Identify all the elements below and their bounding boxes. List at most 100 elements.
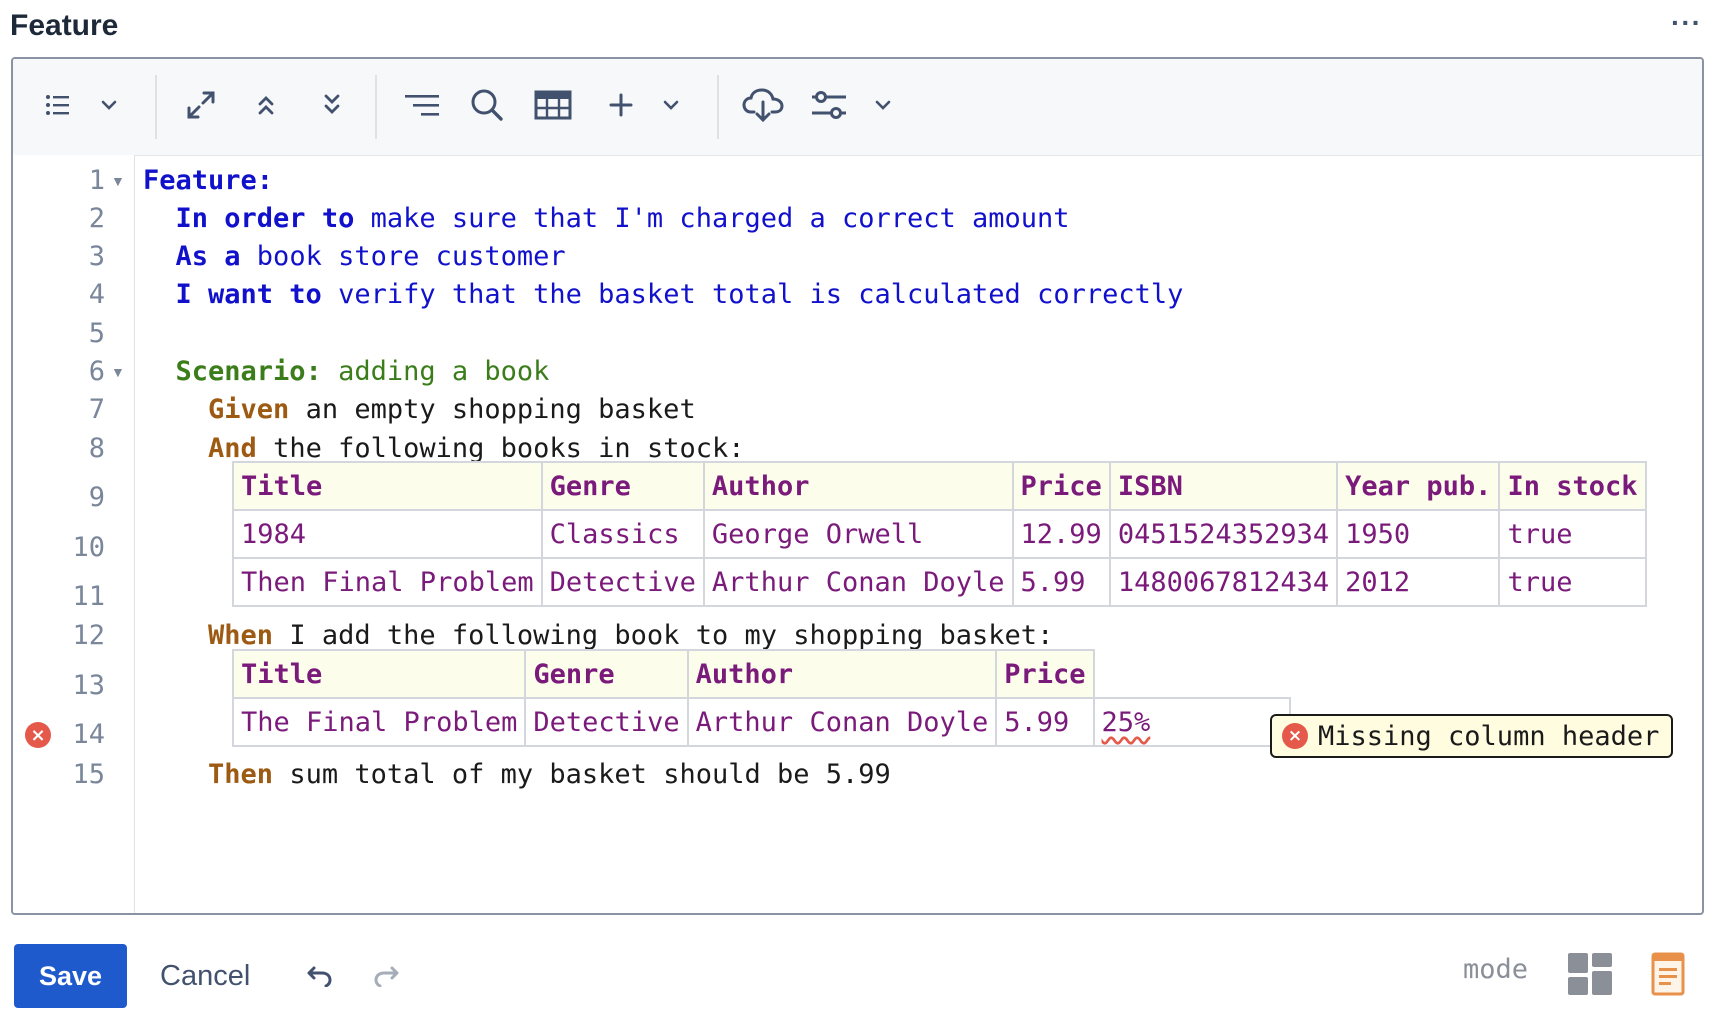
line-number: 4 — [88, 279, 105, 310]
table-cell[interactable]: Detective — [540, 557, 705, 607]
table-cell[interactable]: The Final Problem — [231, 697, 527, 747]
keyword: And — [208, 433, 257, 464]
code-line-7: Given an empty shopping basket — [143, 394, 696, 425]
narrative-text: make sure that I'm charged a correct amo… — [354, 203, 1070, 234]
table-cell[interactable]: 0451524352934 — [1108, 509, 1339, 559]
redo-icon[interactable] — [368, 956, 408, 996]
table-icon[interactable] — [533, 77, 573, 133]
collapse-down-icon[interactable] — [319, 77, 345, 133]
fold-arrow-icon[interactable]: ▼ — [111, 364, 125, 380]
table-header-cell[interactable]: Price — [1011, 461, 1111, 511]
line-number: 1 — [88, 165, 105, 196]
cancel-button[interactable]: Cancel — [152, 944, 258, 1008]
toolbar-divider — [375, 75, 377, 139]
fold-arrow-icon[interactable]: ▼ — [111, 173, 125, 189]
table-cell[interactable]: true — [1498, 509, 1647, 559]
keyword: Given — [208, 394, 290, 425]
code-line-12: When I add the following book to my shop… — [143, 620, 1053, 651]
editor: 1 ▼ 2 3 4 5 6 ▼ 7 8 9 10 11 12 13 × 14 1… — [11, 57, 1704, 915]
line-number: 2 — [88, 203, 105, 234]
table-header-cell[interactable]: ISBN — [1108, 461, 1339, 511]
table-header-cell[interactable]: Year pub. — [1336, 461, 1501, 511]
plus-icon[interactable] — [607, 77, 635, 133]
keyword: When — [208, 620, 274, 651]
table-cell[interactable]: Then Final Problem — [232, 557, 543, 607]
table-cell[interactable]: 12.99 — [1011, 509, 1111, 559]
table-header-cell[interactable]: Author — [686, 649, 998, 699]
table-cell[interactable]: 1950 — [1336, 509, 1501, 559]
chevron-down-icon[interactable] — [659, 77, 683, 133]
line-number: 3 — [88, 241, 105, 272]
table-cell[interactable]: 5.99 — [1011, 557, 1111, 607]
error-tooltip: × Missing column header — [1270, 714, 1674, 758]
step-text: an empty shopping basket — [289, 394, 696, 425]
table-cell[interactable]: true — [1498, 557, 1647, 607]
toolbar-divider — [155, 75, 157, 139]
line-number: 7 — [88, 394, 105, 425]
table-row: The Final Problem Detective Arthur Conan… — [231, 697, 1291, 747]
title-bar: Feature ··· — [10, 6, 1710, 46]
code-line-2: In order to make sure that I'm charged a… — [143, 203, 1070, 234]
collapse-up-icon[interactable] — [253, 77, 279, 133]
table-cell[interactable]: Arthur Conan Doyle — [702, 557, 1014, 607]
table-header-cell[interactable]: Title — [232, 461, 543, 511]
table-cell[interactable]: Arthur Conan Doyle — [686, 697, 998, 747]
keyword: Then — [208, 759, 274, 790]
keyword: Scenario: — [175, 356, 322, 387]
keyword: Feature: — [143, 165, 274, 196]
code-line-3: As a book store customer — [143, 241, 566, 272]
line-number: 8 — [88, 433, 105, 464]
grid-view-icon[interactable] — [1568, 953, 1612, 995]
table-cell[interactable]: George Orwell — [702, 509, 1014, 559]
scenario-name: adding a book — [321, 356, 550, 387]
line-number: 5 — [88, 318, 105, 349]
step-text: I add the following book to my shopping … — [273, 620, 1054, 651]
line-number: 13 — [72, 670, 105, 701]
chevron-down-icon[interactable] — [97, 77, 121, 133]
line-number: 10 — [72, 532, 105, 563]
line-number: 6 — [88, 356, 105, 387]
table-header-row: Title Genre Author Price ISBN Year pub. … — [232, 461, 1647, 511]
table-header-cell[interactable]: Price — [995, 649, 1095, 699]
table-cell[interactable]: 1480067812434 — [1108, 557, 1339, 607]
keyword: In order to — [175, 203, 355, 234]
document-view-icon[interactable] — [1651, 952, 1685, 996]
code-line-1: Feature: — [143, 165, 273, 196]
line-number: 9 — [88, 482, 105, 513]
table-header-cell[interactable]: Genre — [524, 649, 689, 699]
narrative-text: book store customer — [240, 241, 566, 272]
undo-icon[interactable] — [298, 956, 338, 996]
search-icon[interactable] — [469, 77, 505, 133]
save-button[interactable]: Save — [14, 944, 127, 1008]
code-area[interactable]: Feature: In order to make sure that I'm … — [134, 155, 1702, 913]
table-cell[interactable]: 2012 — [1336, 557, 1501, 607]
code-line-6: Scenario: adding a book — [143, 356, 550, 387]
table-cell[interactable]: 1984 — [232, 509, 543, 559]
toolbar-divider — [717, 75, 719, 139]
more-options-button[interactable]: ··· — [1671, 6, 1702, 40]
table-cell[interactable]: 5.99 — [995, 697, 1095, 747]
step-text: the following books in stock: — [256, 433, 745, 464]
table-header-cell[interactable]: Author — [702, 461, 1014, 511]
table-header-row: Title Genre Author Price — [231, 649, 1290, 699]
table-cell[interactable]: Classics — [540, 509, 705, 559]
error-message: Missing column header — [1318, 720, 1660, 752]
data-table-basket: Title Genre Author Price The Final Probl… — [231, 649, 1291, 747]
expand-icon[interactable] — [183, 77, 219, 133]
table-cell-error[interactable]: 25% — [1092, 697, 1291, 747]
list-icon[interactable] — [43, 77, 73, 133]
error-icon: × — [1282, 723, 1308, 749]
settings-sliders-icon[interactable] — [809, 77, 849, 133]
line-gutter: 1 ▼ 2 3 4 5 6 ▼ 7 8 9 10 11 12 13 × 14 1… — [13, 155, 135, 913]
table-header-cell[interactable]: In stock — [1498, 461, 1647, 511]
format-icon[interactable] — [403, 77, 443, 133]
cloud-download-icon[interactable] — [741, 77, 785, 133]
error-value: 25% — [1101, 706, 1151, 738]
table-header-cell[interactable]: Genre — [540, 461, 705, 511]
data-table-books-in-stock: Title Genre Author Price ISBN Year pub. … — [232, 461, 1647, 607]
table-cell[interactable]: Detective — [524, 697, 689, 747]
narrative-text: verify that the basket total is calculat… — [321, 279, 1184, 310]
table-row: Then Final Problem Detective Arthur Cona… — [232, 557, 1647, 607]
chevron-down-icon[interactable] — [871, 77, 895, 133]
table-header-cell[interactable]: Title — [231, 649, 527, 699]
